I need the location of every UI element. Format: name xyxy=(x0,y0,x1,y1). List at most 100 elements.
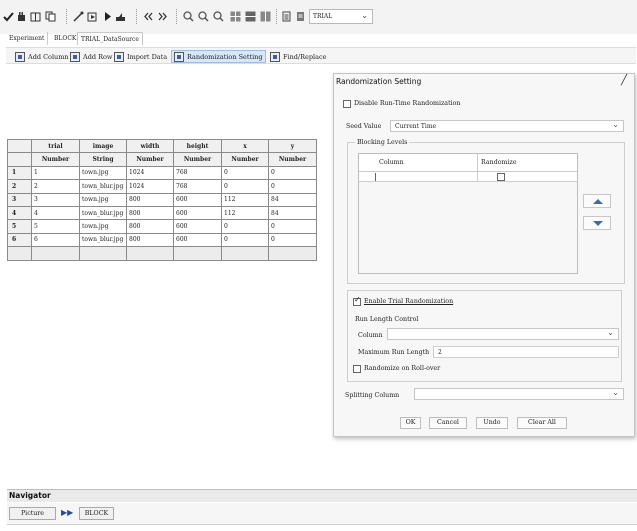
add-row-button[interactable]: Add Row xyxy=(70,50,112,63)
add-column-button[interactable]: Add Column xyxy=(15,50,69,63)
randomization-setting-button[interactable]: Randomization Setting xyxy=(171,50,266,63)
column-header-x[interactable]: x xyxy=(221,138,269,154)
table-row[interactable] xyxy=(359,172,577,182)
cell[interactable]: 84 xyxy=(268,205,317,221)
crumb-picture[interactable]: Picture xyxy=(9,507,56,520)
cell[interactable]: town.jpg xyxy=(79,165,127,181)
randomize-rollover-checkbox[interactable] xyxy=(353,365,361,373)
zoom-in-icon[interactable] xyxy=(183,11,194,22)
cell[interactable]: town_blur.jpg xyxy=(79,232,127,248)
undo-button[interactable]: Undo xyxy=(476,417,508,429)
export-icon[interactable] xyxy=(115,11,126,22)
column-header-width[interactable]: width xyxy=(126,138,174,154)
cell[interactable]: 3 xyxy=(31,192,80,207)
row-number[interactable]: 2 xyxy=(7,179,32,194)
cancel-button[interactable]: Cancel xyxy=(429,417,467,429)
cell[interactable] xyxy=(79,246,127,261)
move-down-button[interactable] xyxy=(583,216,611,230)
wand-icon[interactable] xyxy=(73,11,84,22)
cell[interactable]: 0 xyxy=(268,232,317,248)
ok-button[interactable]: OK xyxy=(400,417,421,429)
column-header-y[interactable]: y xyxy=(268,138,317,154)
cell[interactable]: 768 xyxy=(173,179,222,194)
cell[interactable] xyxy=(126,246,174,261)
cell[interactable]: town.jpg xyxy=(79,192,127,207)
forward-icon[interactable] xyxy=(157,11,168,22)
cell[interactable]: 800 xyxy=(126,192,174,207)
cell[interactable]: 6 xyxy=(31,232,80,248)
cell[interactable]: 5 xyxy=(31,219,80,234)
cell[interactable]: 600 xyxy=(173,232,222,248)
cell[interactable]: 0 xyxy=(268,219,317,234)
randomize-checkbox[interactable] xyxy=(497,173,505,181)
cell[interactable] xyxy=(173,246,222,261)
check-icon[interactable] xyxy=(3,11,14,22)
column-header-trial[interactable]: trial xyxy=(31,138,80,154)
zoom-out-icon[interactable] xyxy=(198,11,209,22)
column-header-height[interactable]: height xyxy=(173,138,222,154)
grid2-icon[interactable] xyxy=(245,11,256,22)
copy-icon[interactable] xyxy=(45,11,56,22)
cell[interactable]: 0 xyxy=(268,165,317,181)
cell[interactable]: 112 xyxy=(221,192,269,207)
cell[interactable]: 2 xyxy=(31,179,80,194)
cell[interactable]: 800 xyxy=(126,219,174,234)
enable-trial-checkbox[interactable] xyxy=(353,295,361,306)
cell[interactable]: 800 xyxy=(126,232,174,248)
clear-all-button[interactable]: Clear All xyxy=(517,417,567,429)
cell[interactable] xyxy=(221,246,269,261)
cell[interactable]: 600 xyxy=(173,192,222,207)
disable-runtime-checkbox[interactable] xyxy=(343,100,351,108)
play-icon[interactable] xyxy=(102,11,113,22)
move-up-button[interactable] xyxy=(583,194,611,208)
cell[interactable]: 0 xyxy=(221,165,269,181)
book-icon[interactable] xyxy=(30,11,41,22)
row-number[interactable]: 3 xyxy=(7,192,32,207)
object-combo[interactable]: TRIAL ⌄ xyxy=(309,9,373,24)
row-number[interactable]: 4 xyxy=(7,205,32,221)
cell[interactable] xyxy=(31,246,80,261)
tab-block[interactable]: BLOCK xyxy=(51,32,81,45)
cell[interactable]: 1024 xyxy=(126,165,174,181)
rewind-icon[interactable] xyxy=(143,11,154,22)
doc-icon[interactable] xyxy=(281,11,292,22)
close-icon[interactable]: ╱ xyxy=(621,75,627,86)
max-run-length-field[interactable]: 2 xyxy=(433,346,619,358)
doc2-icon[interactable] xyxy=(295,11,306,22)
cell[interactable]: 800 xyxy=(126,205,174,221)
cell[interactable]: 4 xyxy=(31,205,80,221)
row-number[interactable]: 5 xyxy=(7,219,32,234)
cell[interactable]: town_blur.jpg xyxy=(79,205,127,221)
grid3-icon[interactable] xyxy=(260,11,271,22)
crumb-block[interactable]: BLOCK xyxy=(79,507,114,520)
cell[interactable]: 1 xyxy=(31,165,80,181)
row-number[interactable]: 6 xyxy=(7,232,32,248)
cell[interactable]: 0 xyxy=(268,179,317,194)
cell[interactable]: 112 xyxy=(221,205,269,221)
run-length-column-select[interactable]: ⌄ xyxy=(387,328,619,340)
grid-icon[interactable] xyxy=(230,11,241,22)
tab-trial-datasource[interactable]: TRIAL_DataSource xyxy=(77,32,143,45)
row-number[interactable]: 1 xyxy=(7,165,32,181)
column-header-image[interactable]: image xyxy=(79,138,127,154)
import-data-button[interactable]: Import Data xyxy=(114,50,167,63)
cell[interactable]: town_blur.jpg xyxy=(79,179,127,194)
cell[interactable] xyxy=(268,246,317,261)
tab-experiment[interactable]: Experiment xyxy=(6,32,49,45)
cell[interactable]: 0 xyxy=(221,219,269,234)
cell[interactable]: 600 xyxy=(173,219,222,234)
run-icon[interactable] xyxy=(87,11,98,22)
find-replace-button[interactable]: Find/Replace xyxy=(270,50,326,63)
seed-value-select[interactable]: Current Time ⌄ xyxy=(390,120,624,132)
cell[interactable]: 768 xyxy=(173,165,222,181)
hand-icon[interactable] xyxy=(16,11,27,22)
cell[interactable]: town.jpg xyxy=(79,219,127,234)
zoom-fit-icon[interactable] xyxy=(213,11,224,22)
cell[interactable]: 84 xyxy=(268,192,317,207)
cell[interactable]: 1024 xyxy=(126,179,174,194)
cell[interactable]: 0 xyxy=(221,179,269,194)
row-number[interactable] xyxy=(7,246,32,261)
cell[interactable]: 0 xyxy=(221,232,269,248)
splitting-column-select[interactable]: ⌄ xyxy=(414,388,624,400)
cell[interactable]: 600 xyxy=(173,205,222,221)
